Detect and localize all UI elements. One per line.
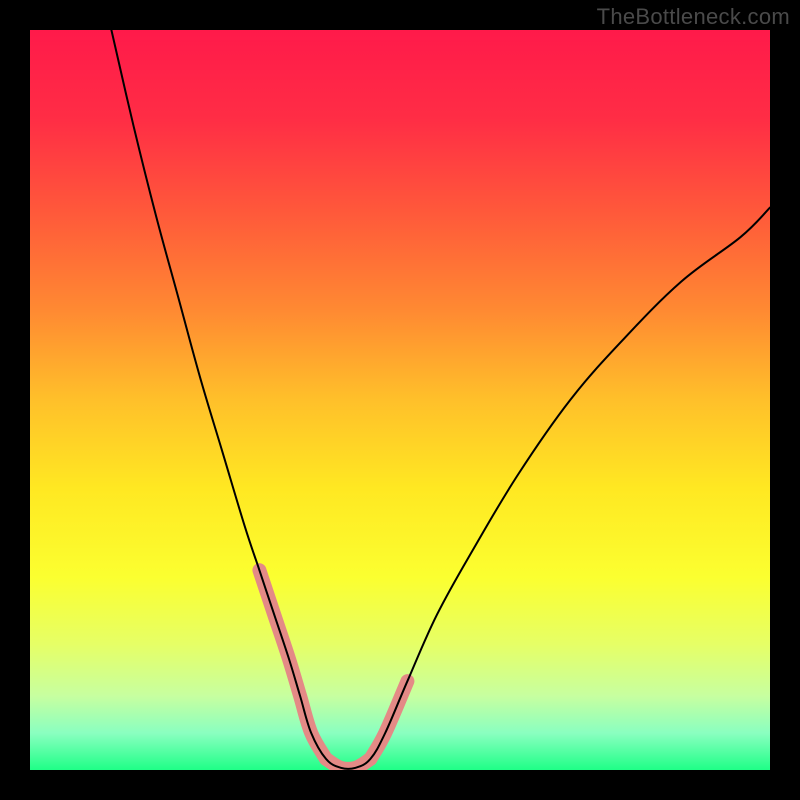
outer-frame: TheBottleneck.com bbox=[0, 0, 800, 800]
watermark-text: TheBottleneck.com bbox=[597, 4, 790, 30]
gradient-background bbox=[30, 30, 770, 770]
plot-area bbox=[30, 30, 770, 770]
bottleneck-chart bbox=[30, 30, 770, 770]
